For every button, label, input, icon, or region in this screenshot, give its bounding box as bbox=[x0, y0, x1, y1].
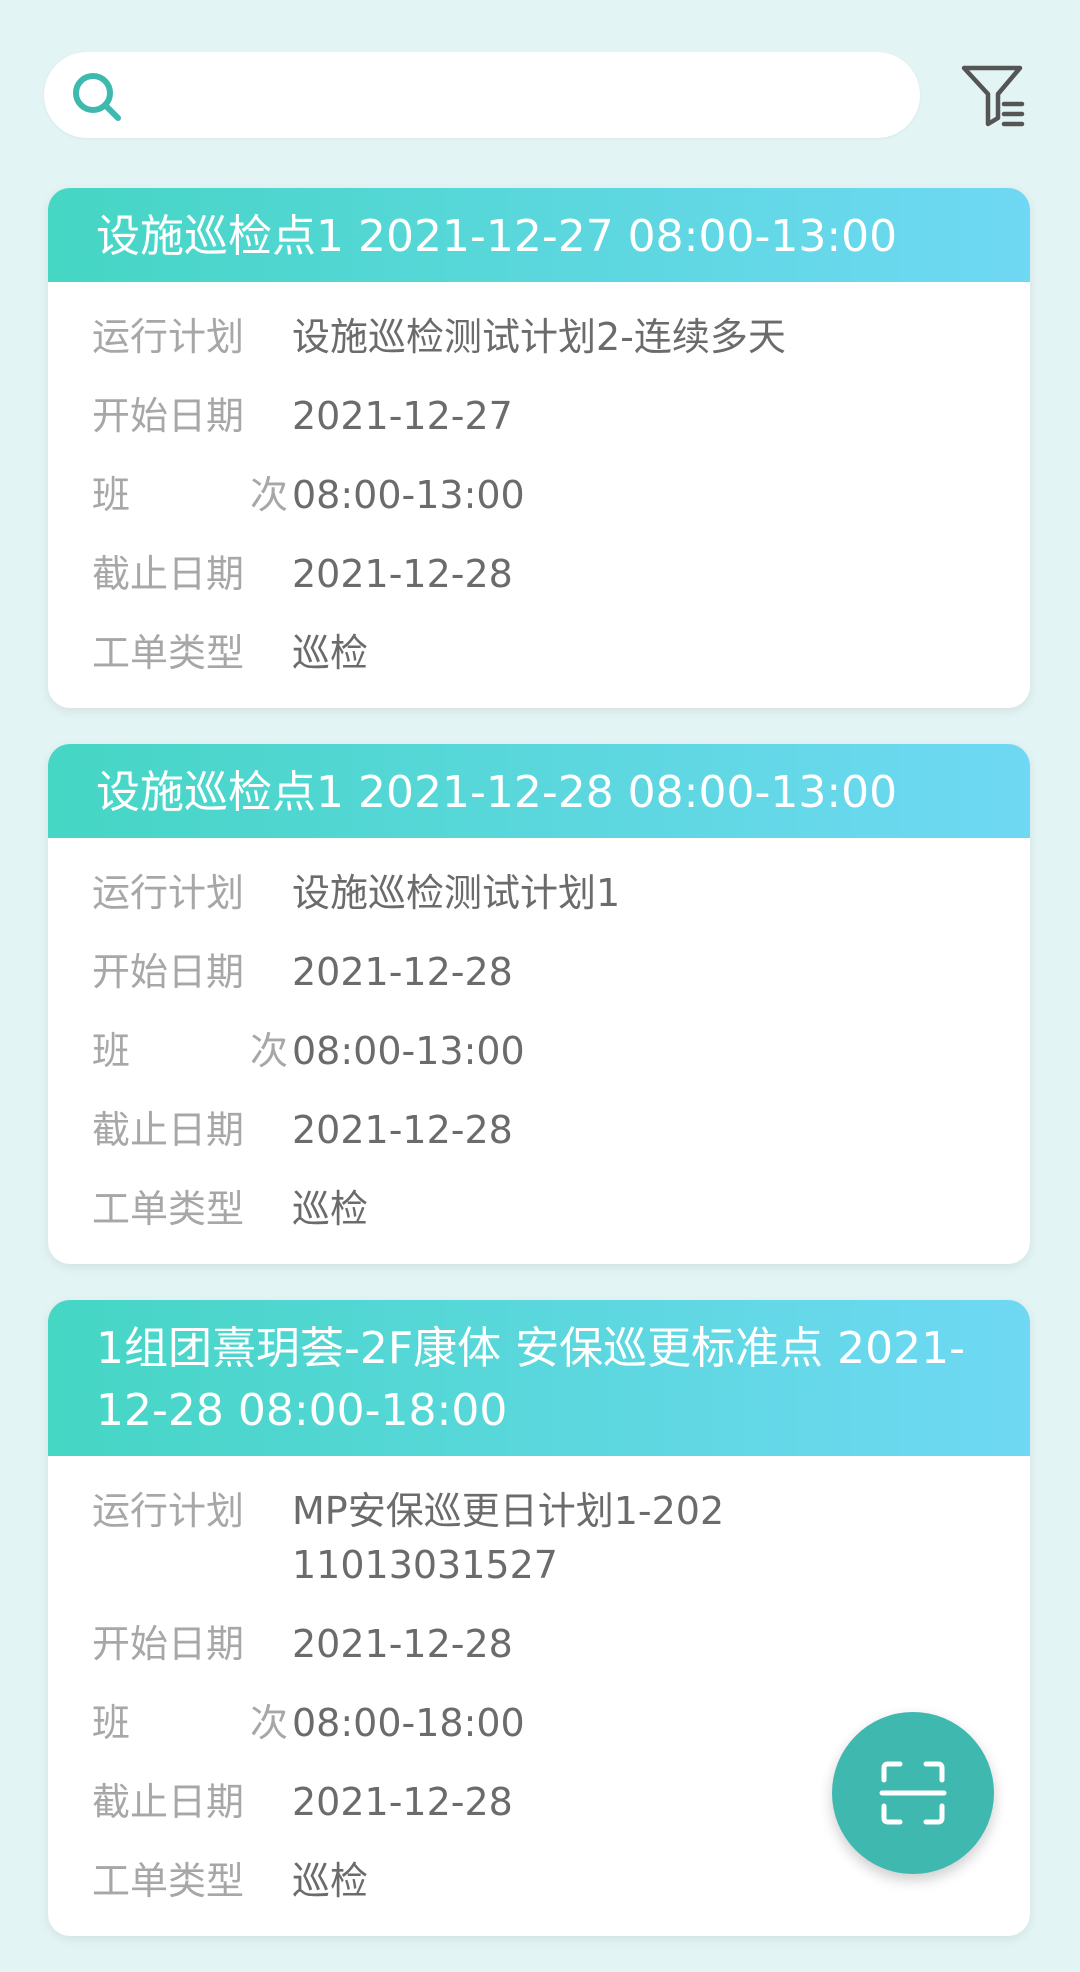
search-icon bbox=[73, 73, 121, 121]
shift-label-part1: 班 bbox=[92, 1701, 131, 1745]
filter-icon[interactable] bbox=[958, 58, 1030, 130]
shift-value: 08:00-18:00 bbox=[292, 1701, 525, 1745]
shift-label-part2: 次 bbox=[249, 473, 288, 517]
deadline-value: 2021-12-28 bbox=[292, 1780, 513, 1824]
card-body: 运行计划 设施巡检测试计划1 开始日期 2021-12-28 班 次 08:00… bbox=[48, 838, 1030, 1264]
search-box[interactable] bbox=[44, 52, 920, 138]
top-bar bbox=[0, 0, 1080, 170]
plan-row: 运行计划 MP安保巡更日计划1-20211013031527 bbox=[92, 1484, 986, 1592]
plan-label: 运行计划 bbox=[92, 315, 245, 359]
plan-row: 运行计划 设施巡检测试计划2-连续多天 bbox=[92, 310, 986, 364]
plan-row: 运行计划 设施巡检测试计划1 bbox=[92, 866, 986, 920]
shift-label-part1: 班 bbox=[92, 473, 131, 517]
start-date-row: 开始日期 2021-12-27 bbox=[92, 389, 986, 443]
type-label: 工单类型 bbox=[92, 631, 245, 675]
start-date-label: 开始日期 bbox=[92, 1622, 245, 1666]
plan-value: 设施巡检测试计划1 bbox=[292, 871, 621, 915]
deadline-label: 截止日期 bbox=[92, 1780, 245, 1824]
start-date-label: 开始日期 bbox=[92, 394, 245, 438]
card-body: 运行计划 设施巡检测试计划2-连续多天 开始日期 2021-12-27 班 次 … bbox=[48, 282, 1030, 708]
deadline-label: 截止日期 bbox=[92, 552, 245, 596]
type-value: 巡检 bbox=[292, 631, 369, 675]
shift-value: 08:00-13:00 bbox=[292, 473, 525, 517]
plan-label: 运行计划 bbox=[92, 871, 245, 915]
start-date-value: 2021-12-27 bbox=[292, 394, 513, 438]
search-input[interactable] bbox=[144, 70, 888, 122]
shift-label: 班 次 bbox=[92, 468, 288, 522]
shift-label: 班 次 bbox=[92, 1696, 288, 1750]
deadline-value: 2021-12-28 bbox=[292, 552, 513, 596]
shift-value: 08:00-13:00 bbox=[292, 1029, 525, 1073]
deadline-label: 截止日期 bbox=[92, 1108, 245, 1152]
start-date-value: 2021-12-28 bbox=[292, 1622, 513, 1666]
type-row: 工单类型 巡检 bbox=[92, 1854, 986, 1908]
start-date-row: 开始日期 2021-12-28 bbox=[92, 945, 986, 999]
deadline-row: 截止日期 2021-12-28 bbox=[92, 1103, 986, 1157]
scan-icon bbox=[879, 1761, 947, 1825]
card-title: 1组团熹玥荟-2F康体 安保巡更标准点 2021-12-28 08:00-18:… bbox=[48, 1300, 1030, 1456]
shift-label-part2: 次 bbox=[249, 1701, 288, 1745]
start-date-row: 开始日期 2021-12-28 bbox=[92, 1617, 986, 1671]
card-title: 设施巡检点1 2021-12-28 08:00-13:00 bbox=[48, 744, 1030, 838]
type-value: 巡检 bbox=[292, 1859, 369, 1903]
card-title: 设施巡检点1 2021-12-27 08:00-13:00 bbox=[48, 188, 1030, 282]
shift-row: 班 次 08:00-13:00 bbox=[92, 1024, 986, 1078]
type-label: 工单类型 bbox=[92, 1187, 245, 1231]
type-row: 工单类型 巡检 bbox=[92, 626, 986, 680]
shift-label-part1: 班 bbox=[92, 1029, 131, 1073]
shift-label-part2: 次 bbox=[249, 1029, 288, 1073]
type-row: 工单类型 巡检 bbox=[92, 1182, 986, 1236]
scan-button[interactable] bbox=[832, 1712, 994, 1874]
start-date-label: 开始日期 bbox=[92, 950, 245, 994]
type-label: 工单类型 bbox=[92, 1859, 245, 1903]
type-value: 巡检 bbox=[292, 1187, 369, 1231]
shift-label: 班 次 bbox=[92, 1024, 288, 1078]
plan-value: MP安保巡更日计划1-20211013031527 bbox=[292, 1489, 725, 1587]
work-order-list: 设施巡检点1 2021-12-27 08:00-13:00 运行计划 设施巡检测… bbox=[48, 188, 1030, 1972]
shift-row: 班 次 08:00-13:00 bbox=[92, 468, 986, 522]
work-order-card[interactable]: 设施巡检点1 2021-12-28 08:00-13:00 运行计划 设施巡检测… bbox=[48, 744, 1030, 1264]
plan-label: 运行计划 bbox=[92, 1489, 245, 1533]
plan-value: 设施巡检测试计划2-连续多天 bbox=[292, 315, 786, 359]
work-order-card[interactable]: 设施巡检点1 2021-12-27 08:00-13:00 运行计划 设施巡检测… bbox=[48, 188, 1030, 708]
start-date-value: 2021-12-28 bbox=[292, 950, 513, 994]
deadline-row: 截止日期 2021-12-28 bbox=[92, 547, 986, 601]
deadline-value: 2021-12-28 bbox=[292, 1108, 513, 1152]
